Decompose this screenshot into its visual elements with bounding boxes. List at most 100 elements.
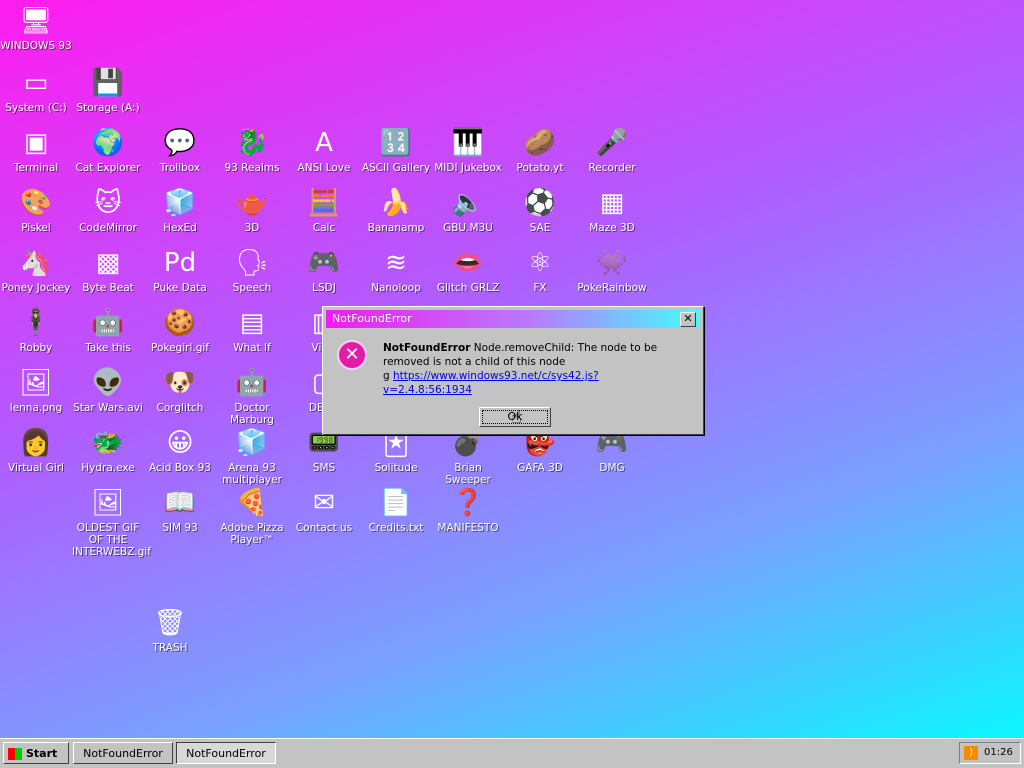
- checkered-ball-icon: ⚽: [523, 188, 557, 218]
- desktop-icon-recorder[interactable]: 🎤 Recorder: [576, 126, 648, 174]
- desktop-icon-byte-beat[interactable]: ▩ Byte Beat: [72, 246, 144, 294]
- floppy-drive-icon: 💾: [91, 68, 125, 98]
- desktop-icon-take-this[interactable]: 🤖 Take this: [72, 306, 144, 354]
- icon-label: Virtual Girl: [8, 462, 64, 474]
- icon-label: GAFA 3D: [517, 462, 563, 474]
- taskbar-task-notfounderror-active[interactable]: NotFoundError: [176, 742, 276, 764]
- desktop-icon-pokegirl[interactable]: 🍪 Pokegirl.gif: [144, 306, 216, 354]
- desktop-icon-speech[interactable]: 🗣 Speech: [216, 246, 288, 294]
- rss-icon[interactable]: ): [964, 746, 978, 760]
- icon-label: ASCII Gallery: [361, 162, 431, 174]
- desktop-icon-bananamp[interactable]: 🍌 Bananamp: [360, 186, 432, 234]
- desktop-icon-poney-jockey[interactable]: 🦄 Poney Jockey: [0, 246, 72, 294]
- desktop-icon-oldest-gif[interactable]: 🖼 OLDEST GIF OF THE INTERWEBZ.gif: [72, 486, 151, 558]
- icon-label: ANSI Love: [297, 162, 351, 174]
- icon-label: Brian Sweeper: [445, 462, 491, 486]
- start-label: Start: [26, 747, 58, 760]
- taskbar-task-notfounderror[interactable]: NotFoundError: [73, 742, 173, 764]
- icon-label: SAE: [529, 222, 551, 234]
- icon-label: Corglitch: [156, 402, 204, 414]
- desktop-icon-virtual-girl[interactable]: 👩 Virtual Girl: [0, 426, 72, 474]
- desktop-icon-pokerainbow[interactable]: 👾 PokeRainbow: [576, 246, 648, 294]
- clock: 01:26: [984, 747, 1013, 758]
- desktop-icon-trollbox[interactable]: 💬 Trollbox: [144, 126, 216, 174]
- desktop-icon-glitch-grlz[interactable]: 👄 Glitch GRLZ: [432, 246, 504, 294]
- robot-icon: 🤖: [91, 308, 125, 338]
- desktop-icon-acid-box-93[interactable]: 😀 Acid Box 93: [144, 426, 216, 474]
- desktop-icon-calc[interactable]: 🧮 Calc: [288, 186, 360, 234]
- image-file-icon: 🖼: [91, 488, 125, 518]
- desktop-icon-storage-a[interactable]: 💾 Storage (A:): [72, 66, 144, 114]
- desktop-icon-brian-sweeper[interactable]: 💣 Brian Sweeper: [432, 426, 504, 486]
- icon-label: Credits.txt: [368, 522, 424, 534]
- globe-cat-icon: 🌍: [91, 128, 125, 158]
- desktop-icon-manifesto[interactable]: ❓ MANIFESTO: [432, 486, 504, 534]
- desktop-icon-hydra-exe[interactable]: 🐲 Hydra.exe: [72, 426, 144, 474]
- desktop-icon-puke-data[interactable]: Pd Puke Data: [144, 246, 216, 294]
- desktop-icon-fx[interactable]: ⚛ FX: [504, 246, 576, 294]
- desktop-icon-ansi-love[interactable]: A ANSI Love: [288, 126, 360, 174]
- icon-label: Glitch GRLZ: [436, 282, 500, 294]
- desktop-icon-adobe-pizza-player[interactable]: 🍕 Adobe Pizza Player™: [216, 486, 288, 546]
- desktop-icon-93-realms[interactable]: 🐉 93 Realms: [216, 126, 288, 174]
- desktop-icon-sae[interactable]: ⚽ SAE: [504, 186, 576, 234]
- dialog-title-bar[interactable]: NotFoundError ✕: [326, 310, 700, 328]
- icon-label: CodeMirror: [79, 222, 137, 234]
- desktop-icon-midi-jukebox[interactable]: 🎹 MIDI Jukebox: [432, 126, 504, 174]
- icon-label: What If: [233, 342, 271, 354]
- desktop-icon-windows93[interactable]: 🖥 WINDOWS 93: [0, 4, 72, 52]
- desktop-icon-corglitch[interactable]: 🐶 Corglitch: [144, 366, 216, 414]
- hydra-icon: 🐲: [91, 428, 125, 458]
- desktop-icon-piskel[interactable]: 🎨 Piskel: [0, 186, 72, 234]
- desktop-icon-codemirror[interactable]: 🐱 CodeMirror: [72, 186, 144, 234]
- desktop-icon-gbu-m3u[interactable]: 🔈 GBU.M3U: [432, 186, 504, 234]
- desktop-icon-lenna-png[interactable]: 🖼 lenna.png: [0, 366, 72, 414]
- desktop-icon-nanoloop[interactable]: ≋ Nanoloop: [360, 246, 432, 294]
- desktop-icon-potato-yt[interactable]: 🥔 Potato.yt: [504, 126, 576, 174]
- icon-label: 93 Realms: [224, 162, 280, 174]
- icon-label: SMS: [312, 462, 336, 474]
- desktop-icon-terminal[interactable]: ▣ Terminal: [0, 126, 72, 174]
- envelope-icon: ✉: [313, 488, 335, 518]
- calculator-icon: 🧮: [307, 188, 341, 218]
- banana-icon: 🍌: [379, 188, 413, 218]
- desktop-icon-star-wars[interactable]: 👽 Star Wars.avi: [72, 366, 144, 414]
- pony-icon: 🦄: [19, 248, 53, 278]
- error-message: NotFoundError Node.removeChild: The node…: [383, 341, 683, 397]
- numbers-icon: 🔢: [379, 128, 413, 158]
- desktop-icon-trash[interactable]: 🗑 TRASH: [134, 606, 206, 654]
- desktop-icon-hexed[interactable]: 🧊 HexEd: [144, 186, 216, 234]
- icon-label: Nanoloop: [371, 282, 421, 294]
- desktop-icon-doctor-marburg[interactable]: 🤖 Doctor Marburg: [216, 366, 288, 426]
- potato-icon: 🥔: [523, 128, 557, 158]
- desktop-icon-arena-93[interactable]: 🧊 Arena 93 multiplayer: [216, 426, 288, 486]
- desktop-icon-contact-us[interactable]: ✉ Contact us: [288, 486, 360, 534]
- icon-label: Take this: [85, 342, 131, 354]
- doctor-robot-icon: 🤖: [235, 368, 269, 398]
- icon-label: Recorder: [588, 162, 636, 174]
- desktop-icon-system-c[interactable]: ▭ System (C:): [0, 66, 72, 114]
- desktop-icon-cat-explorer[interactable]: 🌍 Cat Explorer: [72, 126, 144, 174]
- desktop-icon-lsdj[interactable]: 🎮 LSDJ: [288, 246, 360, 294]
- smiley-icon: 😀: [166, 428, 194, 458]
- close-button[interactable]: ✕: [680, 312, 696, 327]
- desktop-icon-3d[interactable]: 🫖 3D: [216, 186, 288, 234]
- palette-icon: 🎨: [19, 188, 53, 218]
- desktop-icon-robby[interactable]: 🕴 Robby: [0, 306, 72, 354]
- windows-flag-icon: [8, 748, 22, 760]
- computer-icon: 🖥: [19, 6, 53, 36]
- lips-icon: 👄: [451, 248, 485, 278]
- dialog-title: NotFoundError: [332, 312, 412, 325]
- loop-icon: ≋: [385, 248, 407, 278]
- letter-a-icon: A: [315, 128, 333, 158]
- icon-label: MIDI Jukebox: [434, 162, 502, 174]
- desktop-icon-credits-txt[interactable]: 📄 Credits.txt: [360, 486, 432, 534]
- desktop-icon-what-if[interactable]: ▤ What If: [216, 306, 288, 354]
- error-source-link[interactable]: https://www.windows93.net/c/sys42.js?v=2…: [383, 370, 599, 396]
- desktop-icon-ascii-gallery[interactable]: 🔢 ASCII Gallery: [360, 126, 432, 174]
- start-button[interactable]: Start: [3, 742, 69, 764]
- icon-label: WINDOWS 93: [0, 40, 72, 52]
- icon-label: Star Wars.avi: [73, 402, 143, 414]
- desktop-icon-sim-93[interactable]: 📖 SIM 93: [144, 486, 216, 534]
- desktop-icon-maze-3d[interactable]: ▦ Maze 3D: [576, 186, 648, 234]
